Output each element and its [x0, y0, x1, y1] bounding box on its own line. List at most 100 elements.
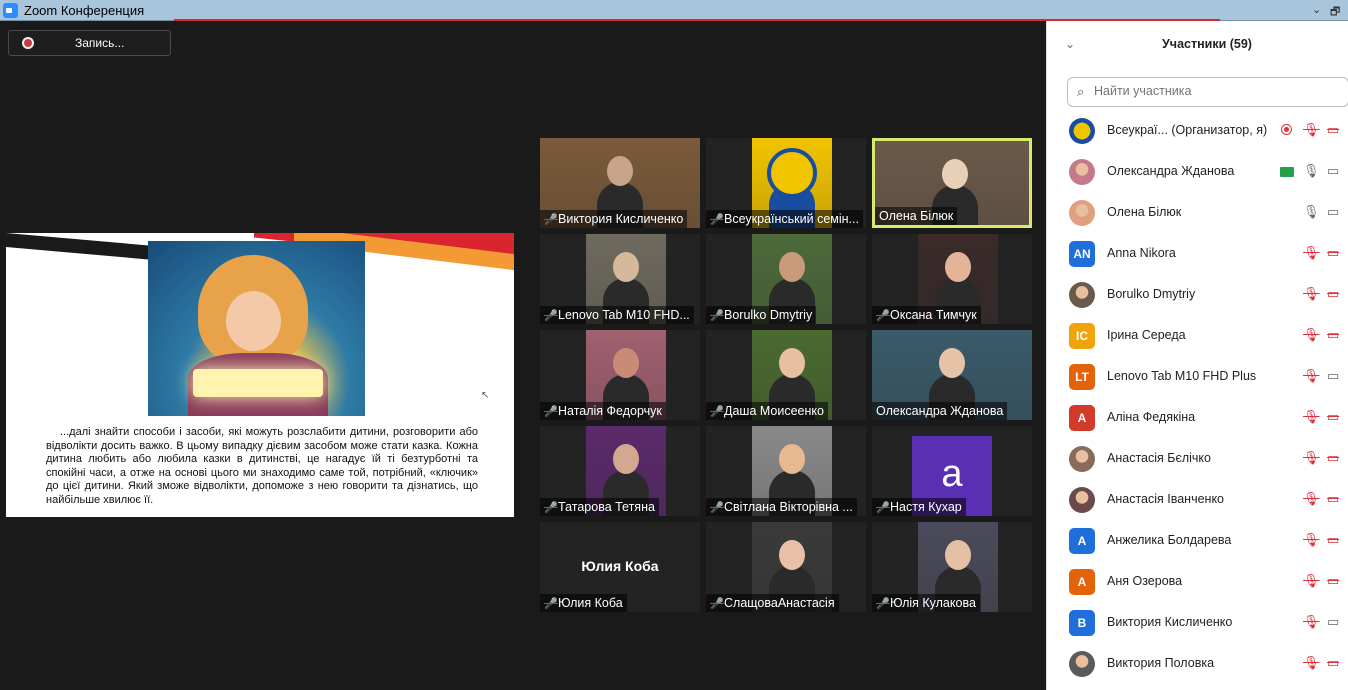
mic-icon[interactable]: 🎙 [1303, 163, 1320, 179]
muted-mic-icon: 🎤 [876, 310, 890, 322]
video-tile[interactable]: a 🎤Настя Кухар [872, 426, 1032, 516]
participant-name: 🎤Настя Кухар [872, 498, 966, 516]
camera-off-icon[interactable]: ▭ [1327, 327, 1339, 343]
participant-row[interactable]: LT Lenovo Tab M10 FHD Plus 🎙 ▭ [1047, 356, 1348, 397]
participant-name-text: Юлія Кулакова [890, 596, 976, 610]
camera-icon[interactable]: ▭ [1327, 163, 1339, 179]
participant-name: 🎤Виктория Кисличенко [540, 210, 688, 228]
video-tile[interactable]: 🎤Юлія Кулакова [872, 522, 1032, 612]
participant-name-text: Світлана Вікторівна ... [724, 500, 853, 514]
camera-icon[interactable]: ▭ [1327, 368, 1339, 384]
muted-mic-icon[interactable]: 🎙 [1303, 532, 1320, 548]
camera-off-icon[interactable]: ▭ [1327, 245, 1339, 261]
video-tile[interactable]: 🎤Даша Моисеенко [706, 330, 866, 420]
participant-avatar: А [1069, 569, 1095, 595]
participant-avatar [1069, 118, 1095, 144]
participant-name-text: Lenovo Tab M10 FHD... [558, 308, 690, 322]
camera-off-icon[interactable]: ▭ [1327, 655, 1339, 671]
camera-icon[interactable]: ▭ [1327, 204, 1339, 220]
video-tile[interactable]: 🎤СлащоваАнастасія [706, 522, 866, 612]
participant-avatar: AN [1069, 241, 1095, 267]
camera-off-icon[interactable]: ▭ [1327, 532, 1339, 548]
participants-panel: ⌄ Участники (59) ⌕ Всеукраї... (Организа… [1046, 21, 1348, 690]
muted-mic-icon[interactable]: 🎙 [1303, 491, 1320, 507]
video-tile[interactable]: 🎤Виктория Кисличенко [540, 138, 700, 228]
muted-mic-icon[interactable]: 🎙 [1303, 245, 1320, 261]
muted-mic-icon[interactable]: 🎙 [1303, 655, 1320, 671]
participant-row[interactable]: Borulko Dmytriy 🎙 ▭ [1047, 274, 1348, 315]
muted-mic-icon[interactable]: 🎙 [1303, 614, 1320, 630]
muted-mic-icon: 🎤 [876, 598, 890, 610]
participant-name: 🎤Lenovo Tab M10 FHD... [540, 306, 694, 324]
muted-mic-icon[interactable]: 🎙 [1303, 573, 1320, 589]
camera-off-icon[interactable]: ▭ [1327, 573, 1339, 589]
video-tile[interactable]: Юлия Коба 🎤Юлия Коба [540, 522, 700, 612]
participant-row[interactable]: А Аня Озерова 🎙 ▭ [1047, 561, 1348, 602]
participant-row[interactable]: Олена Білюк 🎙 ▭ [1047, 192, 1348, 233]
camera-off-icon[interactable]: ▭ [1327, 491, 1339, 507]
participant-name-text: СлащоваАнастасія [724, 596, 835, 610]
participant-name: 🎤Даша Моисеенко [706, 402, 828, 420]
muted-mic-icon[interactable]: 🎙 [1303, 327, 1320, 343]
video-tile[interactable]: 🎤Татарова Тетяна [540, 426, 700, 516]
participant-avatar [1069, 446, 1095, 472]
participant-avatar [1069, 282, 1095, 308]
video-tile[interactable]: 🎤Lenovo Tab M10 FHD... [540, 234, 700, 324]
video-tile[interactable]: 🎤Оксана Тимчук [872, 234, 1032, 324]
camera-off-icon[interactable]: ▭ [1327, 286, 1339, 302]
participant-name: Олена Білюк [875, 207, 958, 225]
video-tile[interactable]: 🎤Borulko Dmytriy [706, 234, 866, 324]
participant-row[interactable]: Анастасія Бєлічко 🎙 ▭ [1047, 438, 1348, 479]
video-tile[interactable]: Олена Білюк [872, 138, 1032, 228]
participant-name: Виктория Половка [1107, 656, 1215, 670]
muted-mic-icon: 🎤 [710, 406, 724, 418]
participant-row[interactable]: IC Ірина Середа 🎙 ▭ [1047, 315, 1348, 356]
muted-mic-icon[interactable]: 🎙 [1303, 286, 1320, 302]
participant-row[interactable]: Анастасія Іванченко 🎙 ▭ [1047, 479, 1348, 520]
participant-row[interactable]: AN Anna Nikora 🎙 ▭ [1047, 233, 1348, 274]
muted-mic-icon[interactable]: 🎙 [1303, 122, 1320, 138]
camera-icon[interactable]: ▭ [1327, 614, 1339, 630]
muted-mic-icon: 🎤 [544, 502, 558, 514]
video-tile[interactable]: 🎤Світлана Вікторівна ... [706, 426, 866, 516]
participant-avatar [1069, 159, 1095, 185]
participant-avatar: В [1069, 610, 1095, 636]
participant-row[interactable]: Виктория Половка 🎙 ▭ [1047, 643, 1348, 684]
participants-title: Участники (59) [1162, 37, 1252, 51]
slide-text: ...далі знайти способи і засоби, які мож… [46, 426, 478, 506]
minimize-icon[interactable]: ⌄ [1312, 3, 1321, 16]
participant-name: Виктория Кисличенко [1107, 615, 1233, 629]
mic-icon[interactable]: 🎙 [1303, 204, 1320, 220]
participant-row[interactable]: А Анжелика Болдарева 🎙 ▭ [1047, 520, 1348, 561]
participant-name-text: Borulko Dmytriy [724, 308, 813, 322]
participant-row[interactable]: Олександра Жданова 🎙 ▭ [1047, 151, 1348, 192]
participant-name: 🎤Юлия Коба [540, 594, 627, 612]
video-tile[interactable]: 🎤Наталія Федорчук [540, 330, 700, 420]
muted-mic-icon: 🎤 [544, 214, 558, 226]
restore-icon[interactable]: 🗗 [1330, 3, 1340, 22]
muted-mic-icon: 🎤 [544, 598, 558, 610]
camera-off-icon[interactable]: ▭ [1327, 122, 1339, 138]
participant-name: 🎤Оксана Тимчук [872, 306, 981, 324]
shared-slide: ...далі знайти способи і засоби, які мож… [6, 233, 514, 517]
search-input[interactable] [1094, 84, 1334, 98]
participant-name: Аня Озерова [1107, 574, 1183, 588]
recording-button[interactable]: Запись... [8, 30, 171, 56]
camera-off-icon[interactable]: ▭ [1327, 409, 1339, 425]
muted-mic-icon[interactable]: 🎙 [1303, 409, 1320, 425]
video-tile[interactable]: Олександра Жданова [872, 330, 1032, 420]
participant-row[interactable]: А Аліна Федякіна 🎙 ▭ [1047, 397, 1348, 438]
screen-share-icon [1280, 167, 1294, 177]
muted-mic-icon[interactable]: 🎙 [1303, 368, 1320, 384]
participant-row[interactable]: Всеукраї... (Организатор, я) 🎙 ▭ [1047, 110, 1348, 151]
muted-mic-icon: 🎤 [544, 406, 558, 418]
participant-avatar: А [1069, 405, 1095, 431]
camera-off-icon[interactable]: ▭ [1327, 450, 1339, 466]
participant-name: Anna Nikora [1107, 246, 1176, 260]
video-tile[interactable]: 🎤Всеукраїнський семін... [706, 138, 866, 228]
participant-name-text: Виктория Кисличенко [558, 212, 684, 226]
muted-mic-icon[interactable]: 🎙 [1303, 450, 1320, 466]
participant-row[interactable]: В Виктория Кисличенко 🎙 ▭ [1047, 602, 1348, 643]
recording-icon [1281, 124, 1292, 135]
participant-search[interactable]: ⌕ [1067, 77, 1348, 107]
